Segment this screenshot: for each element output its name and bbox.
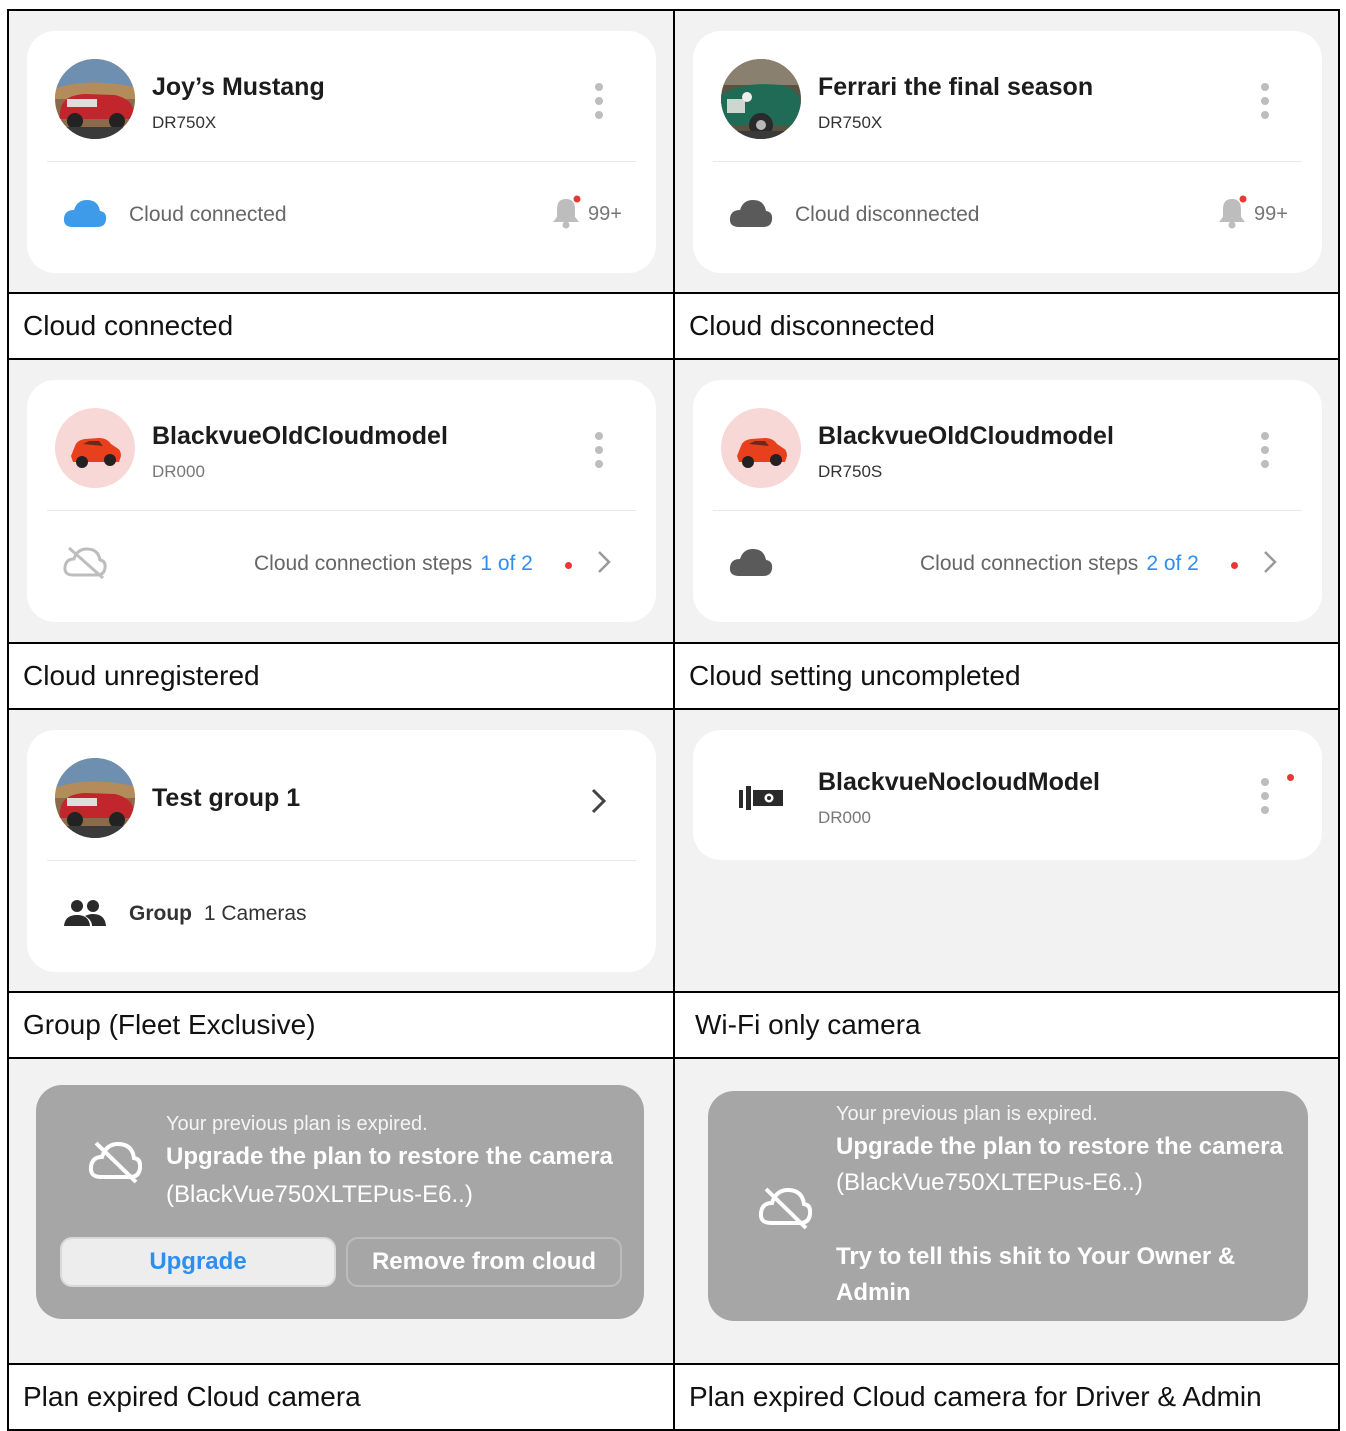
steps-label: Cloud connection steps xyxy=(254,552,473,575)
upgrade-message: Upgrade the plan to restore the camera xyxy=(166,1143,613,1170)
cell-plan-expired: Your previous plan is expired. Upgrade t… xyxy=(9,1059,675,1363)
camera-card[interactable]: Joy’s Mustang DR750X Cloud connected 99+ xyxy=(27,31,656,273)
divider xyxy=(47,161,636,162)
cloud-connection-steps[interactable]: Cloud connection steps 1 of 2 xyxy=(254,552,533,576)
cloud-status: Cloud connected xyxy=(129,203,287,226)
divider xyxy=(713,510,1302,511)
caption: Cloud setting uncompleted xyxy=(689,660,1021,691)
chevron-right-icon[interactable] xyxy=(591,788,607,814)
people-icon xyxy=(64,900,106,926)
camera-model: DR750X xyxy=(152,113,217,132)
caption: Wi-Fi only camera xyxy=(695,1009,921,1040)
bell-icon[interactable] xyxy=(1217,195,1247,229)
expired-notice: Your previous plan is expired. xyxy=(836,1103,1098,1125)
group-title: Test group 1 xyxy=(152,784,301,812)
more-vertical-icon[interactable] xyxy=(1260,432,1270,474)
cloud-status: Cloud disconnected xyxy=(795,203,980,226)
steps-label: Cloud connection steps xyxy=(920,552,1139,575)
cell-group: Test group 1 Group 1 Cameras xyxy=(9,710,675,991)
car-photo-avatar xyxy=(721,59,801,139)
steps-progress: 1 of 2 xyxy=(480,552,533,575)
cell-cloud-connected: Joy’s Mustang DR750X Cloud connected 99+ xyxy=(9,11,675,292)
camera-card[interactable]: BlackvueNocloudModel DR000 xyxy=(693,730,1322,860)
more-vertical-icon[interactable] xyxy=(1260,778,1270,820)
steps-progress: 2 of 2 xyxy=(1146,552,1199,575)
bell-icon[interactable] xyxy=(551,195,581,229)
owner-admin-message: Try to tell this shit to Your Owner & xyxy=(836,1243,1236,1270)
cloud-icon xyxy=(729,200,773,227)
car-avatar xyxy=(55,408,135,488)
car-avatar xyxy=(721,408,801,488)
upgrade-message: Upgrade the plan to restore the camera xyxy=(836,1133,1283,1160)
cell-cloud-unregistered: BlackvueOldCloudmodel DR000 Cloud connec… xyxy=(9,360,675,642)
camera-model: DR000 xyxy=(818,808,871,827)
expired-notice: Your previous plan is expired. xyxy=(166,1113,428,1135)
group-card[interactable]: Test group 1 Group 1 Cameras xyxy=(27,730,656,972)
camera-card[interactable]: Ferrari the final season DR750X Cloud di… xyxy=(693,31,1322,273)
divider xyxy=(47,510,636,511)
owner-admin-message-cont: Admin xyxy=(836,1279,911,1306)
camera-title: BlackvueOldCloudmodel xyxy=(818,422,1114,450)
cloud-icon xyxy=(63,200,107,227)
group-label: Group xyxy=(129,902,192,925)
camera-model: DR750X xyxy=(818,113,883,132)
chevron-right-icon[interactable] xyxy=(597,550,611,574)
caption: Cloud unregistered xyxy=(9,644,675,708)
more-vertical-icon[interactable] xyxy=(1260,83,1270,125)
car-icon xyxy=(737,438,787,468)
divider xyxy=(47,860,636,861)
car-photo-avatar xyxy=(55,758,135,838)
caption: Plan expired Cloud camera xyxy=(9,1365,675,1429)
caption: Plan expired Cloud camera for Driver & A… xyxy=(689,1381,1262,1412)
camera-title: BlackvueOldCloudmodel xyxy=(152,422,448,450)
cell-wifi-only: BlackvueNocloudModel DR000 xyxy=(675,710,1338,991)
camera-model: DR000 xyxy=(152,462,205,481)
plan-expired-card: Your previous plan is expired. Upgrade t… xyxy=(708,1091,1308,1321)
camera-title: Joy’s Mustang xyxy=(152,73,325,101)
divider xyxy=(713,161,1302,162)
plan-expired-card: Your previous plan is expired. Upgrade t… xyxy=(36,1085,644,1319)
camera-title: BlackvueNocloudModel xyxy=(818,768,1100,796)
remove-from-cloud-button[interactable]: Remove from cloud xyxy=(346,1237,622,1287)
car-photo-avatar xyxy=(55,59,135,139)
more-vertical-icon[interactable] xyxy=(594,432,604,474)
camera-card[interactable]: BlackvueOldCloudmodel DR000 Cloud connec… xyxy=(27,380,656,622)
cloud-connection-steps[interactable]: Cloud connection steps 2 of 2 xyxy=(920,552,1199,576)
chevron-right-icon[interactable] xyxy=(1263,550,1277,574)
notification-count: 99+ xyxy=(1254,203,1288,225)
cloud-off-icon xyxy=(63,546,107,580)
cloud-off-icon xyxy=(88,1141,142,1184)
caption: Cloud connected xyxy=(9,294,675,358)
more-vertical-icon[interactable] xyxy=(594,83,604,125)
cloud-icon xyxy=(729,549,773,576)
notification-count: 99+ xyxy=(588,203,622,225)
caption: Cloud disconnected xyxy=(689,310,935,341)
alert-dot xyxy=(565,562,572,569)
camera-identifier: (BlackVue750XLTEPus-E6..) xyxy=(836,1169,1143,1196)
alert-dot xyxy=(1231,562,1238,569)
caption: Group (Fleet Exclusive) xyxy=(9,993,675,1057)
camera-title: Ferrari the final season xyxy=(818,73,1094,101)
camera-count: 1 Cameras xyxy=(203,902,307,925)
camera-identifier: (BlackVue750XLTEPus-E6..) xyxy=(166,1181,473,1208)
car-icon xyxy=(71,438,121,468)
dashcam-icon xyxy=(739,786,783,810)
cell-cloud-disconnected: Ferrari the final season DR750X Cloud di… xyxy=(675,11,1338,292)
camera-card[interactable]: BlackvueOldCloudmodel DR750S Cloud conne… xyxy=(693,380,1322,622)
cloud-off-icon xyxy=(758,1187,812,1230)
group-info: Group 1 Cameras xyxy=(129,902,307,926)
camera-model: DR750S xyxy=(818,462,883,481)
comparison-grid: Joy’s Mustang DR750X Cloud connected 99+… xyxy=(7,9,1340,1431)
cell-cloud-setting-uncompleted: BlackvueOldCloudmodel DR750S Cloud conne… xyxy=(675,360,1338,642)
upgrade-button[interactable]: Upgrade xyxy=(60,1237,336,1287)
alert-dot xyxy=(1287,774,1294,781)
cell-plan-expired-driver: Your previous plan is expired. Upgrade t… xyxy=(675,1059,1338,1363)
